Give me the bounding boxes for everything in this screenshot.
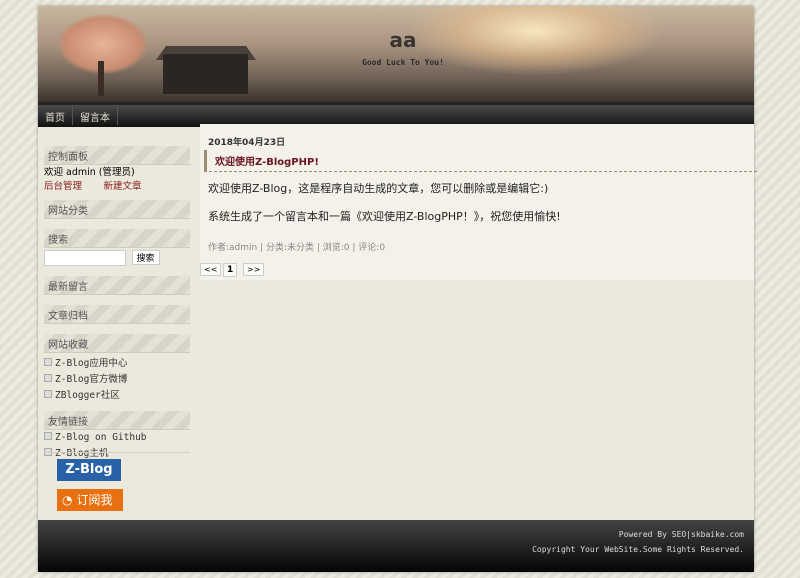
widget-title-favorites: 网站收藏 [44, 334, 190, 353]
zblog-badge[interactable]: Z-Blog [57, 459, 121, 481]
favorite-link[interactable]: ZBlogger社区 [44, 387, 190, 401]
post-meta: 作者:admin | 分类:未分类 | 浏览:0 | 评论:0 [208, 243, 386, 253]
sidebar: 控制面板 欢迎 admin (管理员) 后台管理 新建文章 网站分类 搜索 搜索… [44, 146, 190, 469]
copyright: Copyright Your WebSite.Some Rights Reser… [532, 545, 744, 554]
footer: Powered By SEO|skbaike.com Copyright You… [38, 520, 754, 572]
sidebar-badges: Z-Blog ◔ 订阅我 [44, 452, 190, 511]
powered-by: Powered By SEO|skbaike.com [618, 530, 744, 539]
pager-prev[interactable]: << [200, 263, 222, 276]
rss-icon: ◔ [62, 493, 73, 507]
widget-title-control: 控制面板 [44, 146, 190, 165]
search-input[interactable] [44, 250, 126, 266]
pager-page-1[interactable]: 1 [223, 263, 238, 277]
pager-next[interactable]: >> [243, 263, 265, 276]
widget-title-search: 搜索 [44, 229, 190, 248]
new-post-link[interactable]: 新建文章 [104, 181, 142, 192]
widget-title-categories: 网站分类 [44, 200, 190, 219]
post-title[interactable]: 欢迎使用Z-BlogPHP! [204, 150, 757, 172]
widget-title-links: 友情链接 [44, 411, 190, 430]
favorite-link[interactable]: Z-Blog官方微博 [44, 371, 190, 385]
friend-link[interactable]: Z-Blog on Github [44, 432, 190, 443]
admin-link[interactable]: 后台管理 [44, 181, 82, 192]
post-date: 2018年04月23日 [208, 138, 286, 148]
post-paragraph: 欢迎使用Z-Blog，这是程序自动生成的文章，您可以删除或是编辑它:) [208, 182, 549, 195]
rss-label: 订阅我 [76, 493, 113, 507]
rss-subscribe-button[interactable]: ◔ 订阅我 [57, 489, 123, 511]
header-banner: aa Good Luck To You! [38, 6, 754, 102]
search-button[interactable]: 搜索 [131, 250, 160, 265]
post-paragraph: 系统生成了一个留言本和一篇《欢迎使用Z-BlogPHP！》，祝您使用愉快! [208, 210, 561, 223]
page: aa Good Luck To You! 首页 留言本 控制面板 欢迎 admi… [38, 6, 757, 572]
nav-guestbook[interactable]: 留言本 [73, 105, 118, 125]
nav-home[interactable]: 首页 [38, 105, 73, 125]
welcome-text: 欢迎 admin (管理员) [44, 167, 135, 178]
site-subtitle: Good Luck To You! [362, 58, 444, 67]
site-title[interactable]: aa [38, 28, 754, 52]
post: 2018年04月23日 欢迎使用Z-BlogPHP! 欢迎使用Z-Blog，这是… [200, 124, 757, 280]
favorite-link[interactable]: Z-Blog应用中心 [44, 355, 190, 369]
widget-title-recent-comments: 最新留言 [44, 276, 190, 295]
widget-title-archives: 文章归档 [44, 305, 190, 324]
